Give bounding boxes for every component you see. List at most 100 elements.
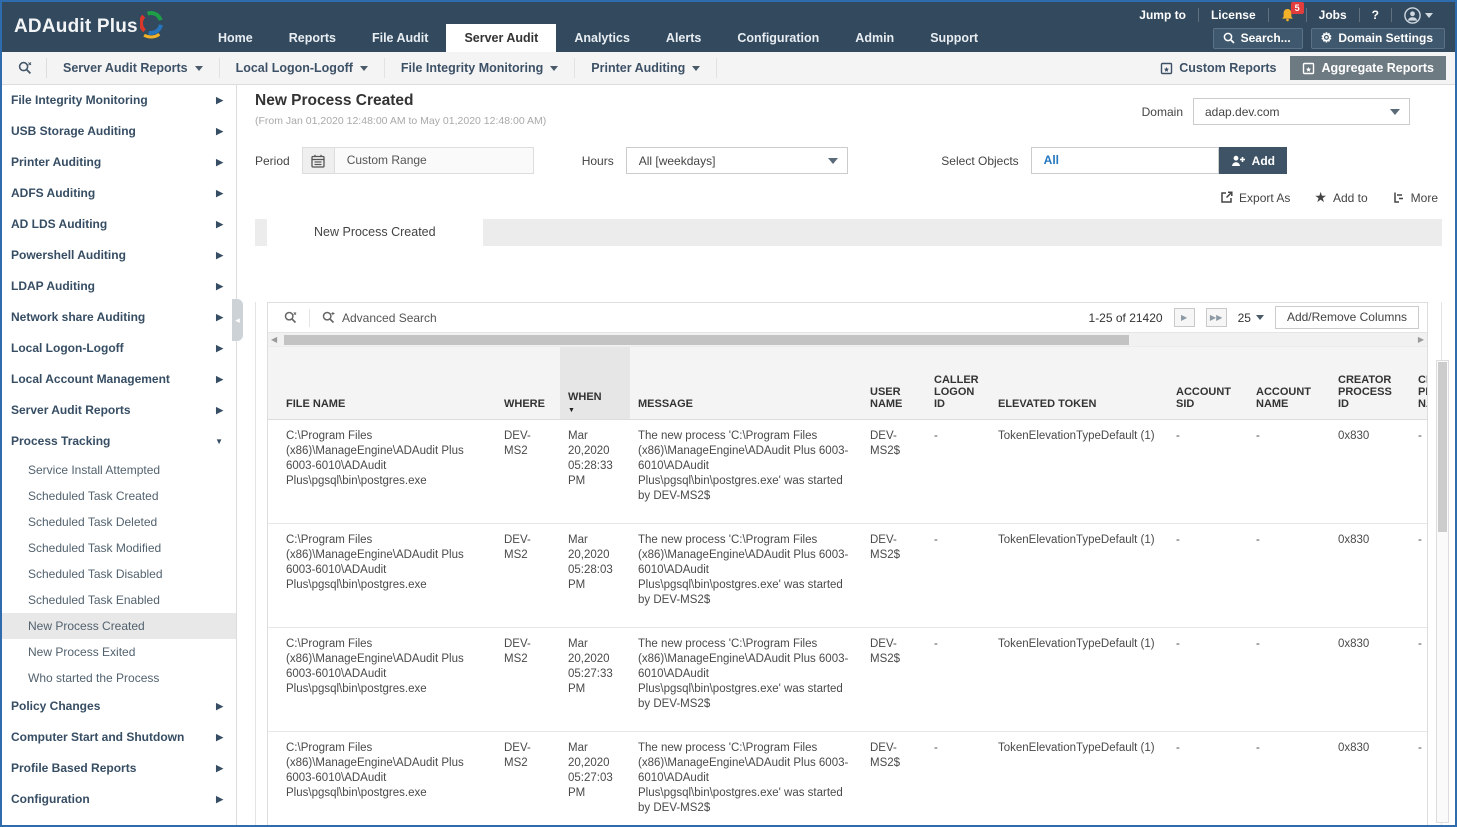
nav-file-audit[interactable]: File Audit bbox=[354, 24, 446, 52]
cell-caller-logon-id: - bbox=[926, 628, 990, 731]
period-input[interactable]: Custom Range bbox=[335, 148, 533, 173]
add-objects-button[interactable]: Add bbox=[1219, 147, 1287, 174]
sidebar-item-policy-changes[interactable]: Policy Changes▶ bbox=[2, 691, 236, 722]
jobs-link[interactable]: Jobs bbox=[1307, 8, 1360, 22]
column-header-account-name[interactable]: ACCOUNT NAME bbox=[1248, 347, 1330, 419]
sidebar-item-label: Scheduled Task Disabled bbox=[28, 567, 163, 581]
sidebar-item-local-account-management[interactable]: Local Account Management▶ bbox=[2, 364, 236, 395]
domain-select[interactable]: adap.dev.com bbox=[1193, 98, 1410, 125]
select-objects-input[interactable]: All bbox=[1031, 147, 1219, 174]
sidebar-item-scheduled-task-enabled[interactable]: Scheduled Task Enabled bbox=[2, 587, 236, 613]
sidebar-item-ad-lds-auditing[interactable]: AD LDS Auditing▶ bbox=[2, 209, 236, 240]
vertical-scroll-thumb[interactable] bbox=[1438, 362, 1447, 532]
sidebar-item-scheduled-task-disabled[interactable]: Scheduled Task Disabled bbox=[2, 561, 236, 587]
column-header-file-name[interactable]: FILE NAME bbox=[268, 347, 496, 419]
cell-creator-process-id: 0x830 bbox=[1330, 420, 1410, 523]
toolbar-dropdown-local-logon-logoff[interactable]: Local Logon-Logoff bbox=[220, 58, 385, 78]
sidebar-item-profile-based-reports[interactable]: Profile Based Reports ▶ bbox=[2, 753, 236, 784]
app-logo[interactable]: ADAudit Plus bbox=[2, 2, 200, 52]
add-remove-columns-button[interactable]: Add/Remove Columns bbox=[1275, 306, 1419, 329]
sidebar-item-new-process-exited[interactable]: New Process Exited bbox=[2, 639, 236, 665]
table-body: C:\Program Files (x86)\ManageEngine\ADAu… bbox=[268, 420, 1427, 825]
advanced-search-button[interactable]: Advanced Search bbox=[310, 311, 437, 325]
toolbar-dropdown-file-integrity-monitoring[interactable]: File Integrity Monitoring bbox=[385, 58, 575, 78]
sidebar-item-network-share-auditing[interactable]: Network share Auditing▶ bbox=[2, 302, 236, 333]
more-button[interactable]: More bbox=[1392, 189, 1438, 206]
column-header-creator-process-id[interactable]: CREATOR PROCESS ID bbox=[1330, 347, 1410, 419]
scroll-left-icon[interactable]: ◀ bbox=[271, 335, 277, 344]
nav-admin[interactable]: Admin bbox=[837, 24, 912, 52]
sidebar-item-label: Profile Based Reports bbox=[11, 761, 136, 775]
sidebar-item-scheduled-task-modified[interactable]: Scheduled Task Modified bbox=[2, 535, 236, 561]
sidebar-item-adfs-auditing[interactable]: ADFS Auditing▶ bbox=[2, 178, 236, 209]
aggregate-reports-button[interactable]: Aggregate Reports bbox=[1290, 56, 1446, 80]
column-header-when[interactable]: WHEN▼ bbox=[560, 347, 630, 419]
sidebar-item-ldap-auditing[interactable]: LDAP Auditing▶ bbox=[2, 271, 236, 302]
sidebar-item-process-tracking[interactable]: Process Tracking▼ bbox=[2, 426, 236, 457]
export-as-button[interactable]: Export As bbox=[1220, 189, 1290, 206]
next-page-button[interactable]: ▶ bbox=[1174, 308, 1195, 327]
jump-to-link[interactable]: Jump to bbox=[1127, 8, 1199, 22]
table-row[interactable]: C:\Program Files (x86)\ManageEngine\ADAu… bbox=[268, 420, 1428, 524]
sidebar-item-who-started-the-process[interactable]: Who started the Process bbox=[2, 665, 236, 691]
search-button[interactable]: Search... bbox=[1213, 28, 1303, 49]
sidebar-item-scheduled-task-deleted[interactable]: Scheduled Task Deleted bbox=[2, 509, 236, 535]
sidebar-item-configuration[interactable]: Configuration▶ bbox=[2, 784, 236, 815]
toolbar-dropdown-server-audit-reports[interactable]: Server Audit Reports bbox=[47, 58, 220, 78]
nav-configuration[interactable]: Configuration bbox=[719, 24, 837, 52]
sidebar-item-new-process-created[interactable]: New Process Created bbox=[2, 613, 236, 639]
sidebar-collapse-handle[interactable]: ◂ bbox=[232, 299, 243, 341]
license-link[interactable]: License bbox=[1199, 8, 1269, 22]
column-header-where[interactable]: WHERE bbox=[496, 347, 560, 419]
nav-server-audit[interactable]: Server Audit bbox=[446, 24, 556, 52]
custom-reports-button[interactable]: Custom Reports bbox=[1160, 61, 1276, 75]
column-header-user-name[interactable]: USER NAME bbox=[862, 347, 926, 419]
column-header-caller-logon-id[interactable]: CALLER LOGON ID bbox=[926, 347, 990, 419]
chevron-right-icon: ▶ bbox=[216, 753, 223, 784]
sidebar-item-label: Powershell Auditing bbox=[11, 248, 126, 262]
sidebar-item-usb-storage-auditing[interactable]: USB Storage Auditing▶ bbox=[2, 116, 236, 147]
table-row[interactable]: C:\Program Files (x86)\ManageEngine\ADAu… bbox=[268, 628, 1428, 732]
help-button[interactable]: ? bbox=[1360, 8, 1392, 22]
tab-new-process-created[interactable]: New Process Created bbox=[267, 219, 483, 246]
sidebar-item-local-logon-logoff[interactable]: Local Logon-Logoff▶ bbox=[2, 333, 236, 364]
table-row[interactable]: C:\Program Files (x86)\ManageEngine\ADAu… bbox=[268, 732, 1428, 825]
column-header-message[interactable]: MESSAGE bbox=[630, 347, 862, 419]
chevron-right-icon: ▶ bbox=[216, 85, 223, 116]
page-size-select[interactable]: 25 bbox=[1238, 311, 1264, 325]
column-header-creator-process-name[interactable]: CREATOR PROCESS NAME bbox=[1410, 347, 1428, 419]
hours-select[interactable]: All [weekdays] bbox=[626, 147, 848, 174]
sidebar-item-powershell-auditing[interactable]: Powershell Auditing▶ bbox=[2, 240, 236, 271]
toolbar-dropdown-printer-auditing[interactable]: Printer Auditing bbox=[575, 58, 717, 78]
horizontal-scrollbar[interactable]: ◀ ▶ bbox=[268, 333, 1427, 347]
user-menu[interactable] bbox=[1392, 7, 1445, 24]
cell-account-sid: - bbox=[1168, 524, 1248, 627]
notifications-button[interactable]: 5 bbox=[1269, 8, 1307, 22]
table-search-button[interactable] bbox=[268, 309, 310, 327]
table-row[interactable]: C:\Program Files (x86)\ManageEngine\ADAu… bbox=[268, 524, 1428, 628]
sidebar-item-computer-start-and-shutdown[interactable]: Computer Start and Shutdown▶ bbox=[2, 722, 236, 753]
add-to-button[interactable]: ★ Add to bbox=[1314, 189, 1367, 206]
last-page-button[interactable]: ▶▶ bbox=[1206, 308, 1227, 327]
nav-support[interactable]: Support bbox=[912, 24, 996, 52]
nav-reports[interactable]: Reports bbox=[271, 24, 354, 52]
sidebar-item-file-integrity-monitoring[interactable]: File Integrity Monitoring▶ bbox=[2, 85, 236, 116]
sidebar-item-printer-auditing[interactable]: Printer Auditing▶ bbox=[2, 147, 236, 178]
vertical-scrollbar[interactable] bbox=[1436, 360, 1449, 823]
topbar-right: Jump to License 5 Jobs ? bbox=[1127, 2, 1455, 52]
sidebar-item-scheduled-task-created[interactable]: Scheduled Task Created bbox=[2, 483, 236, 509]
sort-desc-icon: ▼ bbox=[568, 407, 624, 414]
column-header-elevated-token[interactable]: ELEVATED TOKEN bbox=[990, 347, 1168, 419]
sidebar-item-service-install-attempted[interactable]: Service Install Attempted bbox=[2, 457, 236, 483]
column-header-account-sid[interactable]: ACCOUNT SID bbox=[1168, 347, 1248, 419]
nav-analytics[interactable]: Analytics bbox=[556, 24, 648, 52]
calendar-icon[interactable] bbox=[303, 148, 335, 173]
sidebar-item-server-audit-reports[interactable]: Server Audit Reports▶ bbox=[2, 395, 236, 426]
nav-alerts[interactable]: Alerts bbox=[648, 24, 719, 52]
domain-settings-button[interactable]: ⚙ Domain Settings bbox=[1311, 28, 1445, 49]
nav-home[interactable]: Home bbox=[200, 24, 271, 52]
cell-user-name: DEV-MS2$ bbox=[862, 628, 926, 731]
category-search-button[interactable] bbox=[2, 58, 47, 78]
horizontal-scroll-thumb[interactable] bbox=[284, 335, 1129, 345]
scroll-right-icon[interactable]: ▶ bbox=[1418, 335, 1424, 344]
